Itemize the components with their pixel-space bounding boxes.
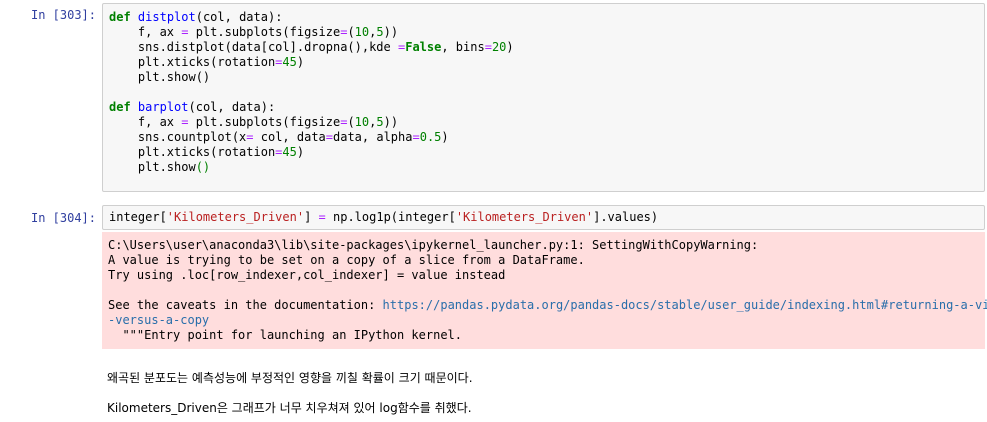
warning-line: See the caveats in the documentation: ht…	[108, 298, 987, 313]
code-token: 45	[282, 145, 297, 159]
code-token: f, ax	[109, 115, 182, 129]
docs-link-continued[interactable]: -versus-a-copy	[108, 313, 209, 328]
code-line: integer['Kilometers_Driven'] = np.log1p(…	[109, 210, 658, 225]
code-token: 0.5	[419, 130, 442, 144]
code-token: =	[325, 130, 333, 144]
code-token: ]	[304, 210, 319, 224]
code-token: (	[347, 115, 355, 129]
code-line: sns.distplot(data[col].dropna(),kde = Fal…	[109, 40, 514, 55]
code-token: )	[441, 130, 449, 144]
code-token: )	[296, 55, 305, 69]
code-token: col, data	[253, 130, 326, 144]
warning-line: Try using .loc[row_indexer,col_indexer] …	[108, 268, 506, 282]
code-token: 10	[354, 115, 370, 129]
docs-link[interactable]: https://pandas.pydata.org/pandas-docs/st…	[383, 298, 987, 312]
code-line: plt.show()	[109, 70, 210, 85]
code-token: plt.show()	[109, 70, 211, 84]
code-token: distplot	[137, 10, 196, 24]
warning-output: C:\Users\user\anaconda3\lib\site-package…	[102, 232, 987, 349]
warning-line: """Entry point for launching an IPython …	[108, 328, 463, 342]
code-token: barplot	[137, 100, 189, 114]
cell-prompt-303: In [303]:	[30, 8, 96, 22]
code-token: =	[246, 130, 254, 144]
code-token: =	[484, 40, 492, 54]
code-token: (	[347, 25, 355, 39]
code-token: plt.show	[109, 160, 196, 174]
code-token: ()	[195, 160, 211, 174]
code-token: f, ax	[109, 25, 182, 39]
code-line: def distplot(col, data):	[109, 10, 282, 25]
warning-line: C:\Users\user\anaconda3\lib\site-package…	[108, 238, 759, 252]
code-token: 5	[376, 115, 384, 129]
code-token: 'Kilometers_Driven'	[455, 210, 594, 224]
caveats-text: See the caveats in the documentation:	[108, 298, 383, 312]
markdown-paragraph-2: Kilometers_Driven은 그래프가 너무 치우쳐져 있어 log함수…	[107, 401, 472, 415]
code-line: f, ax = plt.subplots(figsize=(10,5))	[109, 25, 398, 40]
code-token: ].values)	[593, 210, 659, 224]
code-token: =	[318, 210, 326, 224]
code-token: plt.xticks(rotation	[109, 145, 276, 159]
code-token: 10	[354, 25, 370, 39]
code-token: sns.countplot(x	[109, 130, 247, 144]
code-token: plt.subplots(figsize	[188, 115, 341, 129]
code-line: def barplot(col, data):	[109, 100, 275, 115]
code-token: ))	[383, 25, 399, 39]
code-line: plt.show()	[109, 160, 210, 175]
code-line: plt.xticks(rotation=45)	[109, 55, 304, 70]
markdown-paragraph-1: 왜곡된 분포도는 예측성능에 부정적인 영향을 끼칠 확률이 크기 때문이다.	[107, 371, 473, 385]
code-token: )	[296, 145, 305, 159]
code-token: )	[506, 40, 514, 54]
code-token: np.log1p(integer[	[325, 210, 456, 224]
code-token: data, alpha	[333, 130, 413, 144]
code-cell-304[interactable]: integer['Kilometers_Driven'] = np.log1p(…	[102, 205, 985, 230]
code-token: 20	[491, 40, 507, 54]
code-token: 'Kilometers_Driven'	[166, 210, 305, 224]
code-token: , bins	[441, 40, 485, 54]
code-line: plt.xticks(rotation=45)	[109, 145, 304, 160]
code-token: integer[	[109, 210, 167, 224]
code-token: 45	[282, 55, 297, 69]
code-token: (col, data):	[195, 10, 283, 24]
code-token: (col, data):	[188, 100, 276, 114]
code-token: =	[412, 130, 420, 144]
cell-prompt-304: In [304]:	[30, 211, 96, 225]
code-token: def	[109, 10, 131, 24]
code-cell-303[interactable]: def distplot(col, data): f, ax = plt.sub…	[102, 3, 985, 192]
code-token: ))	[383, 115, 399, 129]
code-token: False	[405, 40, 442, 54]
warning-line: A value is trying to be set on a copy of…	[108, 253, 585, 267]
code-token: sns.distplot(data[col].dropna(),kde	[109, 40, 398, 54]
code-token: def	[109, 100, 131, 114]
code-token: plt.subplots(figsize	[188, 25, 341, 39]
code-token: 5	[376, 25, 384, 39]
code-token: plt.xticks(rotation	[109, 55, 276, 69]
code-line: f, ax = plt.subplots(figsize=(10,5))	[109, 115, 398, 130]
code-line: sns.countplot(x= col, data=data, alpha=0…	[109, 130, 449, 145]
